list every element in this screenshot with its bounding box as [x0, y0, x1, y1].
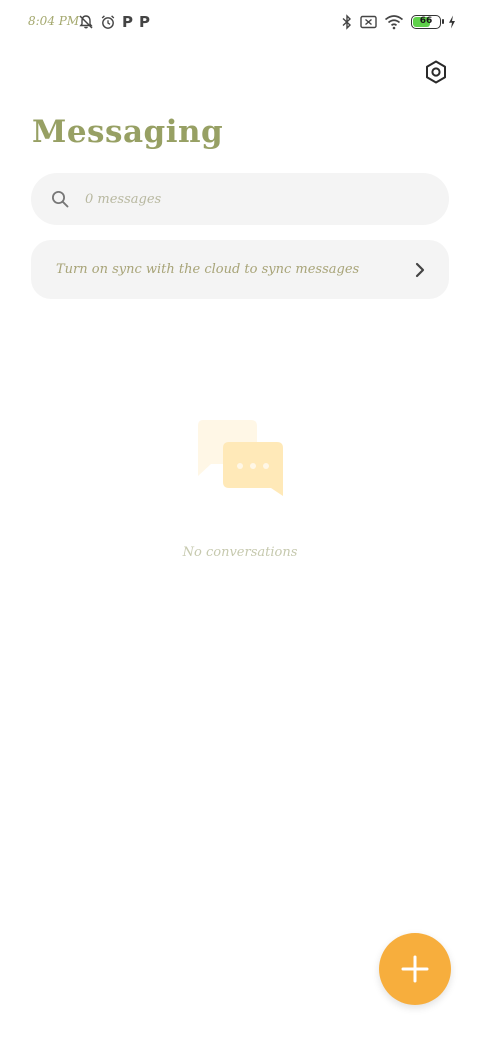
status-bar: 8:04 PM P P 66 — [0, 0, 480, 42]
battery-icon: 66 — [411, 15, 444, 29]
status-right-icons: 66 — [341, 12, 456, 32]
notifications-off-icon — [78, 14, 94, 30]
no-sim-icon — [360, 15, 377, 29]
search-bar[interactable] — [31, 173, 449, 225]
bluetooth-icon — [341, 14, 353, 30]
sync-banner-text: Turn on sync with the cloud to sync mess… — [56, 262, 360, 277]
alarm-icon — [100, 14, 116, 30]
settings-button[interactable] — [420, 56, 452, 88]
settings-hexagon-icon — [426, 60, 446, 84]
plus-icon — [401, 955, 429, 983]
empty-state-text: No conversations — [182, 545, 298, 560]
chevron-right-icon — [415, 262, 425, 277]
p-app-icon: P — [122, 13, 133, 31]
status-left-icons: P P — [78, 12, 150, 32]
search-input[interactable] — [83, 190, 387, 208]
charging-icon — [448, 15, 456, 29]
page-title: Messaging — [32, 114, 224, 150]
new-conversation-button[interactable] — [379, 933, 451, 1005]
battery-tip — [442, 19, 444, 24]
chat-bubbles-icon — [198, 420, 283, 496]
sync-banner[interactable]: Turn on sync with the cloud to sync mess… — [31, 240, 449, 299]
messaging-screen: 8:04 PM P P 66 Messaging 0 messages Turn… — [0, 0, 480, 1040]
battery-level: 66 — [419, 16, 433, 26]
p-app-icon: P — [139, 13, 150, 31]
status-time: 8:04 PM — [28, 14, 80, 28]
wifi-icon — [384, 14, 404, 30]
search-icon — [52, 191, 69, 208]
